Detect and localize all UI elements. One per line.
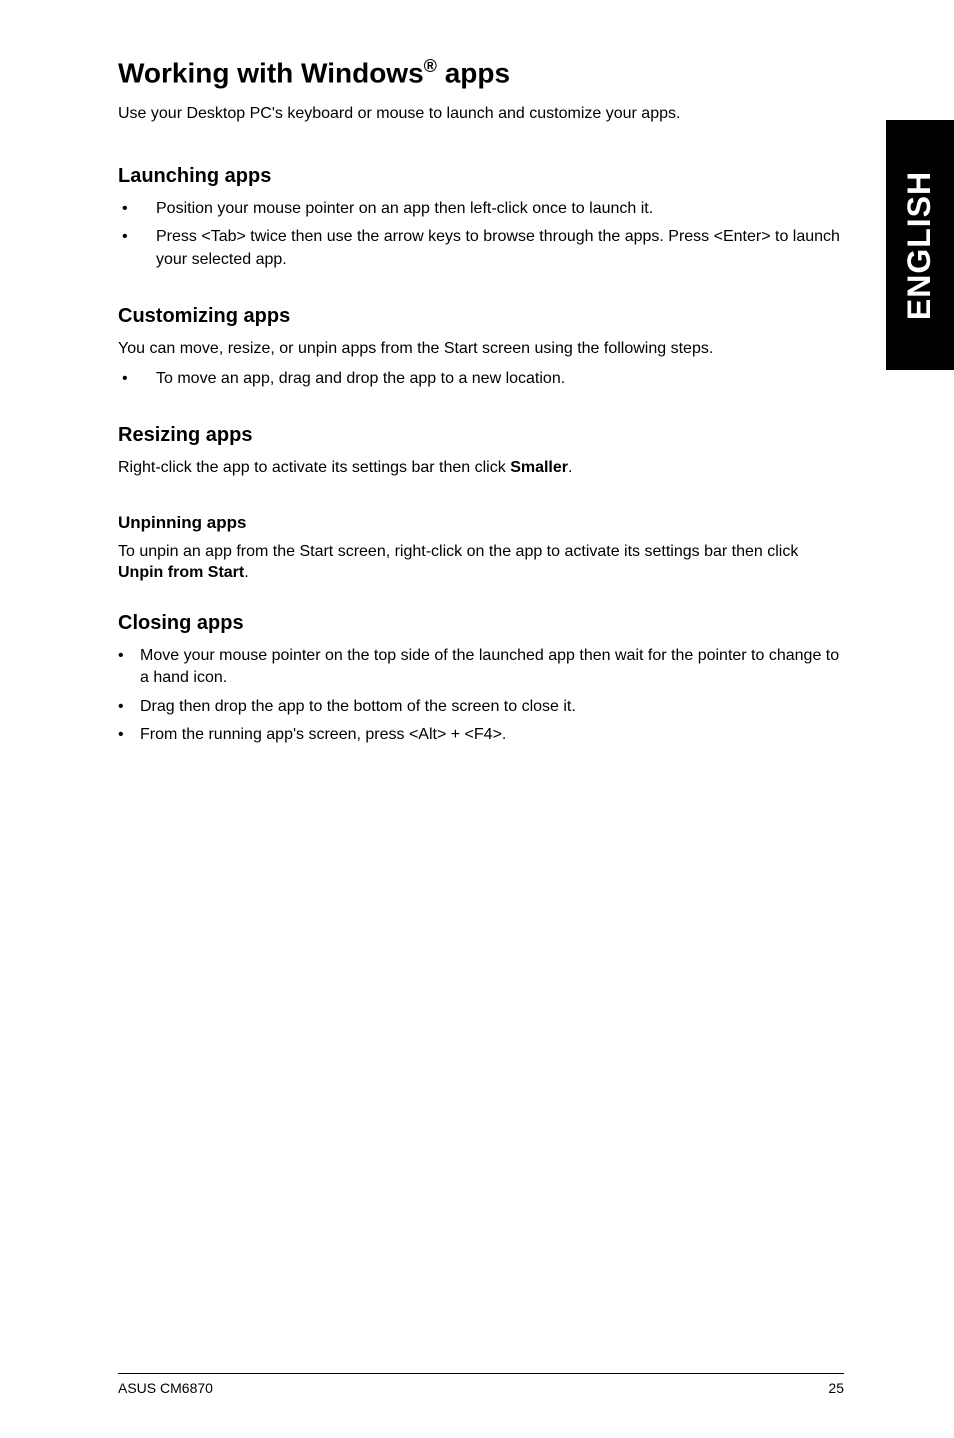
list-item: Press <Tab> twice then use the arrow key… <box>118 226 844 271</box>
resizing-desc: Right-click the app to activate its sett… <box>118 457 844 479</box>
page: ENGLISH Working with Windows® apps Use y… <box>0 0 954 1438</box>
title-pre: Working with Windows <box>118 57 424 88</box>
list-item: From the running app's screen, press <Al… <box>118 724 844 746</box>
list-item: To move an app, drag and drop the app to… <box>118 368 844 390</box>
resizing-post: . <box>568 459 572 476</box>
title-reg: ® <box>424 56 437 76</box>
page-title: Working with Windows® apps <box>118 56 844 89</box>
customizing-desc: You can move, resize, or unpin apps from… <box>118 338 844 360</box>
list-item: Position your mouse pointer on an app th… <box>118 198 844 220</box>
page-footer: ASUS CM6870 25 <box>118 1373 844 1396</box>
resizing-pre: Right-click the app to activate its sett… <box>118 459 510 476</box>
unpinning-bold: Unpin from Start <box>118 564 244 581</box>
list-item: Move your mouse pointer on the top side … <box>118 645 844 690</box>
language-label: ENGLISH <box>902 170 939 319</box>
section-customizing: Customizing apps You can move, resize, o… <box>118 305 844 390</box>
footer-page-number: 25 <box>828 1380 844 1396</box>
section-resizing: Resizing apps Right-click the app to act… <box>118 424 844 479</box>
list-item: Drag then drop the app to the bottom of … <box>118 696 844 718</box>
heading-launching: Launching apps <box>118 165 844 188</box>
heading-unpinning: Unpinning apps <box>118 513 844 533</box>
launching-list: Position your mouse pointer on an app th… <box>118 198 844 271</box>
section-closing: Closing apps Move your mouse pointer on … <box>118 612 844 747</box>
resizing-bold: Smaller <box>510 459 568 476</box>
unpinning-pre: To unpin an app from the Start screen, r… <box>118 543 798 560</box>
heading-customizing: Customizing apps <box>118 305 844 328</box>
section-unpinning: Unpinning apps To unpin an app from the … <box>118 513 844 584</box>
unpinning-desc: To unpin an app from the Start screen, r… <box>118 541 844 584</box>
unpinning-post: . <box>244 564 248 581</box>
closing-list: Move your mouse pointer on the top side … <box>118 645 844 747</box>
heading-closing: Closing apps <box>118 612 844 635</box>
heading-resizing: Resizing apps <box>118 424 844 447</box>
intro-text: Use your Desktop PC's keyboard or mouse … <box>118 103 844 125</box>
footer-left: ASUS CM6870 <box>118 1380 213 1396</box>
customizing-list: To move an app, drag and drop the app to… <box>118 368 844 390</box>
section-launching: Launching apps Position your mouse point… <box>118 165 844 271</box>
language-side-tab: ENGLISH <box>886 120 954 370</box>
title-post: apps <box>437 57 510 88</box>
